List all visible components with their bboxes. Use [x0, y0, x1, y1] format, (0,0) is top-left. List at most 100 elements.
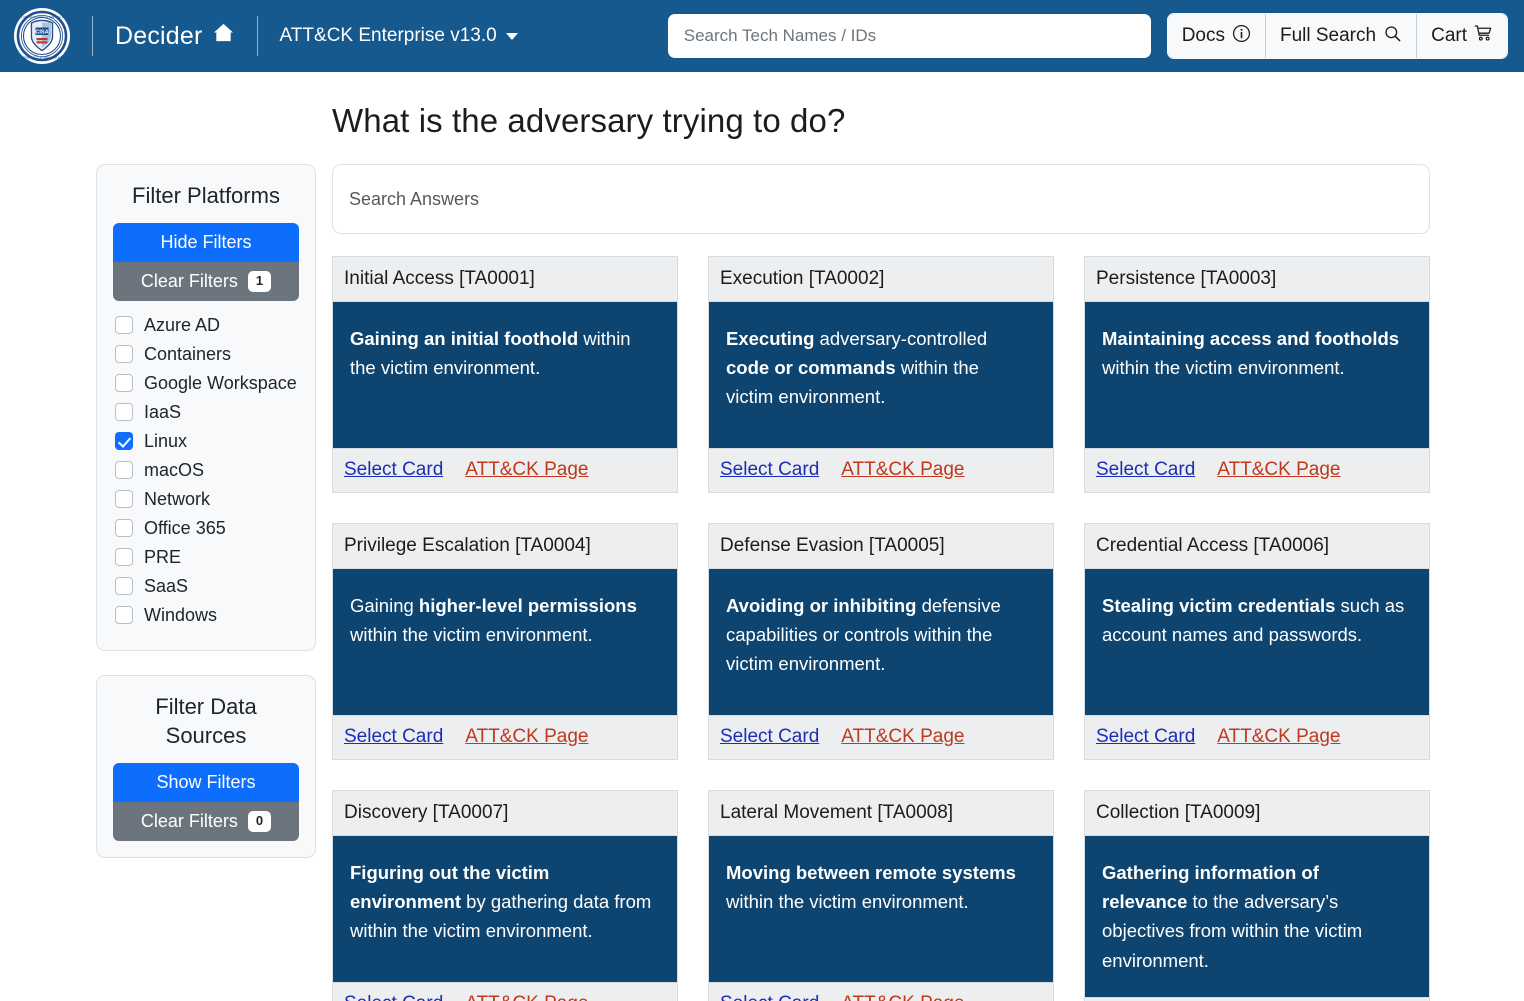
tactic-card-actions: Select CardATT&CK Page: [1085, 997, 1429, 1001]
platform-checkbox-label: Containers: [144, 344, 231, 365]
attack-page-link[interactable]: ATT&CK Page: [465, 459, 588, 481]
attack-page-link[interactable]: ATT&CK Page: [841, 459, 964, 481]
platform-checkbox-linux[interactable]: [115, 432, 133, 450]
select-card-link[interactable]: Select Card: [720, 993, 819, 1001]
platform-checkbox-label: SaaS: [144, 576, 188, 597]
docs-button[interactable]: Docs: [1168, 14, 1266, 58]
tactic-card-description: Avoiding or inhibiting defensive capabil…: [709, 569, 1053, 715]
tactic-card-title: Discovery [TA0007]: [333, 791, 677, 836]
page-container: What is the adversary trying to do? Filt…: [0, 102, 1524, 1001]
svg-text:CYBERSECURITY ★ INFRASTRUCTURE: CYBERSECURITY ★ INFRASTRUCTURE: [16, 55, 68, 59]
tactic-card: Persistence [TA0003]Maintaining access a…: [1084, 256, 1430, 493]
platform-checkbox-list: Azure AD Containers Google Workspace IaaS Li…: [113, 315, 299, 626]
tactic-card-actions: Select Card ATT&CK Page: [709, 448, 1053, 492]
tactic-card-description: Gaining higher-level permissions within …: [333, 569, 677, 715]
home-icon: [212, 21, 235, 51]
platform-checkbox-label: PRE: [144, 547, 181, 568]
attack-page-link[interactable]: ATT&CK Page: [465, 993, 588, 1001]
tactic-card-title: Initial Access [TA0001]: [333, 257, 677, 302]
platform-checkbox-label: Network: [144, 489, 210, 510]
platform-filter-row[interactable]: Network: [115, 489, 299, 510]
platform-filter-row[interactable]: IaaS: [115, 402, 299, 423]
select-card-link[interactable]: Select Card: [1096, 726, 1195, 748]
full-search-button[interactable]: Full Search: [1266, 14, 1417, 58]
filter-data-sources-panel: Filter Data Sources Show Filters Clear F…: [96, 675, 316, 858]
select-card-link[interactable]: Select Card: [344, 993, 443, 1001]
show-filters-button[interactable]: Show Filters: [113, 763, 299, 802]
tactic-card: Lateral Movement [TA0008]Moving between …: [708, 790, 1054, 1001]
tactic-card-actions: Select Card ATT&CK Page: [333, 982, 677, 1001]
tactic-card: Execution [TA0002]Executing adversary-co…: [708, 256, 1054, 493]
version-label: ATT&CK Enterprise v13.0: [280, 25, 497, 47]
search-answers-box[interactable]: [332, 164, 1430, 234]
tactic-card: Discovery [TA0007]Figuring out the victi…: [332, 790, 678, 1001]
select-card-link[interactable]: Select Card: [344, 459, 443, 481]
top-navbar: CISA ★ UNITED STATES OF AMERICA ★ CYBERS…: [0, 0, 1524, 72]
cart-button[interactable]: Cart: [1417, 14, 1507, 58]
tactic-card-actions: Select Card ATT&CK Page: [709, 715, 1053, 759]
platform-filter-row[interactable]: Linux: [115, 431, 299, 452]
select-card-link[interactable]: Select Card: [1096, 459, 1195, 481]
platform-filter-row[interactable]: Containers: [115, 344, 299, 365]
attack-page-link[interactable]: ATT&CK Page: [1217, 726, 1340, 748]
tactic-card: Privilege Escalation [TA0004]Gaining hig…: [332, 523, 678, 760]
tactic-card: Initial Access [TA0001]Gaining an initia…: [332, 256, 678, 493]
platform-checkbox-label: Office 365: [144, 518, 226, 539]
tactic-card-description: Executing adversary-controlled code or c…: [709, 302, 1053, 448]
platform-filter-row[interactable]: macOS: [115, 460, 299, 481]
svg-text:CISA: CISA: [35, 29, 48, 35]
tactic-card: Defense Evasion [TA0005]Avoiding or inhi…: [708, 523, 1054, 760]
platform-filter-row[interactable]: SaaS: [115, 576, 299, 597]
platform-filter-row[interactable]: Windows: [115, 605, 299, 626]
platform-checkbox-windows[interactable]: [115, 606, 133, 624]
select-card-link[interactable]: Select Card: [720, 459, 819, 481]
tactic-card-description: Moving between remote systems within the…: [709, 836, 1053, 982]
attack-page-link[interactable]: ATT&CK Page: [1217, 459, 1340, 481]
tactic-card-description: Maintaining access and footholds within …: [1085, 302, 1429, 448]
tactic-card-description: Gathering information of relevance to th…: [1085, 836, 1429, 997]
platform-checkbox-office-365[interactable]: [115, 519, 133, 537]
tactic-card-title: Privilege Escalation [TA0004]: [333, 524, 677, 569]
tactic-card-actions: Select Card ATT&CK Page: [709, 982, 1053, 1001]
version-dropdown[interactable]: ATT&CK Enterprise v13.0: [280, 25, 518, 47]
platform-checkbox-pre[interactable]: [115, 548, 133, 566]
tech-search-input[interactable]: [682, 25, 1137, 47]
tactic-card-title: Defense Evasion [TA0005]: [709, 524, 1053, 569]
select-card-link[interactable]: Select Card: [344, 726, 443, 748]
platform-filter-row[interactable]: PRE: [115, 547, 299, 568]
brand-decider[interactable]: Decider: [115, 21, 235, 51]
tactic-card-description: Figuring out the victim environment by g…: [333, 836, 677, 982]
clear-data-source-filters-button[interactable]: Clear Filters 0: [113, 802, 299, 841]
platform-checkbox-azure-ad[interactable]: [115, 316, 133, 334]
tactic-card-title: Execution [TA0002]: [709, 257, 1053, 302]
clear-platform-filters-count: 1: [248, 271, 271, 292]
tactic-card-description: Gaining an initial foothold within the v…: [333, 302, 677, 448]
select-card-link[interactable]: Select Card: [720, 726, 819, 748]
attack-page-link[interactable]: ATT&CK Page: [841, 726, 964, 748]
platform-checkbox-google-workspace[interactable]: [115, 374, 133, 392]
platform-filter-row[interactable]: Office 365: [115, 518, 299, 539]
platform-checkbox-network[interactable]: [115, 490, 133, 508]
platform-checkbox-label: Google Workspace: [144, 373, 297, 394]
platform-checkbox-iaas[interactable]: [115, 403, 133, 421]
platform-checkbox-macos[interactable]: [115, 461, 133, 479]
platform-checkbox-containers[interactable]: [115, 345, 133, 363]
filter-platforms-title: Filter Platforms: [113, 181, 299, 211]
attack-page-link[interactable]: ATT&CK Page: [465, 726, 588, 748]
platform-checkbox-label: Azure AD: [144, 315, 220, 336]
platform-filter-row[interactable]: Google Workspace: [115, 373, 299, 394]
content-row: Filter Platforms Hide Filters Clear Filt…: [0, 140, 1524, 1001]
clear-platform-filters-label: Clear Filters: [141, 271, 238, 292]
tech-search-box[interactable]: [668, 14, 1151, 58]
attack-page-link[interactable]: ATT&CK Page: [841, 993, 964, 1001]
cart-label: Cart: [1431, 25, 1467, 47]
tactic-card-title: Persistence [TA0003]: [1085, 257, 1429, 302]
search-answers-input[interactable]: [347, 188, 1415, 211]
platform-filter-row[interactable]: Azure AD: [115, 315, 299, 336]
brand-label: Decider: [115, 22, 203, 51]
hide-filters-button[interactable]: Hide Filters: [113, 223, 299, 262]
clear-platform-filters-button[interactable]: Clear Filters 1: [113, 262, 299, 301]
tactic-card-actions: Select Card ATT&CK Page: [333, 715, 677, 759]
nav-button-group: Docs Full Search Cart: [1167, 13, 1508, 59]
platform-checkbox-saas[interactable]: [115, 577, 133, 595]
